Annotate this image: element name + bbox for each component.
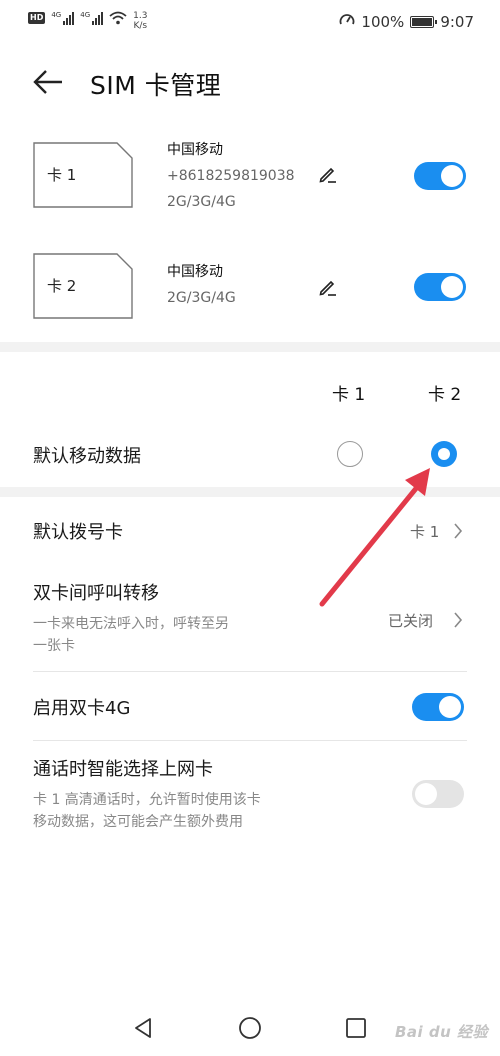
hd-badge: HD xyxy=(28,12,46,24)
wifi-icon xyxy=(109,11,127,28)
section-divider xyxy=(0,342,500,352)
speed-gauge-icon xyxy=(339,12,355,32)
sim-2-carrier: 中国移动 xyxy=(167,264,223,280)
smart-data-toggle[interactable] xyxy=(412,780,464,808)
sim-2-networks: 2G/3G/4G xyxy=(167,290,236,306)
pencil-icon xyxy=(319,167,336,183)
sim-row-1: 卡 1 中国移动 +8618259819038 2G/3G/4G xyxy=(0,142,500,232)
back-arrow-icon xyxy=(33,70,62,94)
sim-2-edit-button[interactable] xyxy=(318,277,338,297)
watermark: Bai du 经验 xyxy=(394,1023,488,1041)
net-speed-unit: K/s xyxy=(133,21,148,31)
default-data-radio-card-2[interactable] xyxy=(431,441,457,467)
back-button[interactable] xyxy=(30,64,70,100)
column-header-card-1: 卡 1 xyxy=(332,385,366,405)
smart-data-desc: 卡 1 高清通话时，允许暂时使用该卡 移动数据，这可能会产生额外费用 xyxy=(33,789,261,833)
square-recents-icon xyxy=(346,1018,366,1038)
sim-1-networks: 2G/3G/4G xyxy=(167,194,236,210)
status-bar: HD 4G 4G 1.3 K/s 100% 9:07 xyxy=(0,0,500,44)
call-forward-value: 已关闭 xyxy=(388,612,434,630)
sim-1-number: +8618259819038 xyxy=(167,168,295,184)
signal-1-label: 4G xyxy=(51,11,62,19)
dual-4g-label: 启用双卡4G xyxy=(33,698,131,719)
call-forward-label: 双卡间呼叫转移 xyxy=(33,583,159,604)
signal-2-icon: 4G xyxy=(80,11,104,25)
nav-recents-button[interactable] xyxy=(342,1014,370,1042)
default-data-label: 默认移动数据 xyxy=(33,446,141,467)
sim-1-toggle[interactable] xyxy=(414,162,466,190)
net-speed-value: 1.3 xyxy=(133,11,148,21)
default-dial-value: 卡 1 xyxy=(410,523,440,541)
signal-1-icon: 4G xyxy=(51,11,75,25)
default-data-radio-card-1[interactable] xyxy=(337,441,363,467)
sim-1-carrier: 中国移动 xyxy=(167,142,223,158)
smart-data-row: 通话时智能选择上网卡 卡 1 高清通话时，允许暂时使用该卡 移动数据，这可能会产… xyxy=(0,741,500,845)
default-dial-row[interactable]: 默认拨号卡 卡 1 xyxy=(0,497,500,567)
sim-2-toggle[interactable] xyxy=(414,273,466,301)
clock: 9:07 xyxy=(440,13,474,31)
signal-2-label: 4G xyxy=(80,11,91,19)
chevron-right-icon xyxy=(454,523,463,539)
call-forward-row[interactable]: 双卡间呼叫转移 一卡来电无法呼入时，呼转至另 一张卡 已关闭 xyxy=(0,567,500,671)
sim-1-info: 中国移动 +8618259819038 2G/3G/4G xyxy=(167,137,295,215)
dual-4g-toggle[interactable] xyxy=(412,693,464,721)
circle-home-icon xyxy=(239,1017,261,1039)
sim-1-edit-button[interactable] xyxy=(318,164,338,184)
sim-card-1-icon: 卡 1 xyxy=(33,142,133,208)
navigation-bar: Bai du 经验 xyxy=(0,1000,500,1056)
sim-card-2-icon: 卡 2 xyxy=(33,253,133,319)
triangle-back-icon xyxy=(135,1018,151,1038)
nav-home-button[interactable] xyxy=(236,1014,264,1042)
status-right: 100% 9:07 xyxy=(339,12,474,32)
smart-data-desc-line-2: 移动数据，这可能会产生额外费用 xyxy=(33,814,243,830)
sim-card-1-label: 卡 1 xyxy=(47,166,77,184)
default-dial-label: 默认拨号卡 xyxy=(33,522,123,543)
battery-icon xyxy=(410,16,438,28)
section-divider xyxy=(0,487,500,497)
call-forward-desc-line-1: 一卡来电无法呼入时，呼转至另 xyxy=(33,616,229,632)
smart-data-label: 通话时智能选择上网卡 xyxy=(33,759,213,780)
app-header: SIM 卡管理 xyxy=(0,56,500,112)
net-speed: 1.3 K/s xyxy=(133,11,147,31)
page-title: SIM 卡管理 xyxy=(90,71,222,100)
smart-data-desc-line-1: 卡 1 高清通话时，允许暂时使用该卡 xyxy=(33,792,261,808)
nav-back-button[interactable] xyxy=(130,1014,158,1042)
call-forward-desc: 一卡来电无法呼入时，呼转至另 一张卡 xyxy=(33,613,229,657)
sim-2-info: 中国移动 2G/3G/4G xyxy=(167,259,236,311)
status-left: HD 4G 4G 1.3 K/s xyxy=(28,9,147,31)
sim-card-2-label: 卡 2 xyxy=(47,277,77,295)
sim-row-2: 卡 2 中国移动 2G/3G/4G xyxy=(0,253,500,343)
call-forward-desc-line-2: 一张卡 xyxy=(33,638,75,654)
dual-4g-row: 启用双卡4G xyxy=(0,672,500,740)
chevron-right-icon xyxy=(454,612,463,628)
pencil-icon xyxy=(319,280,336,296)
column-header-card-2: 卡 2 xyxy=(428,385,462,405)
battery-percent: 100% xyxy=(361,13,405,31)
